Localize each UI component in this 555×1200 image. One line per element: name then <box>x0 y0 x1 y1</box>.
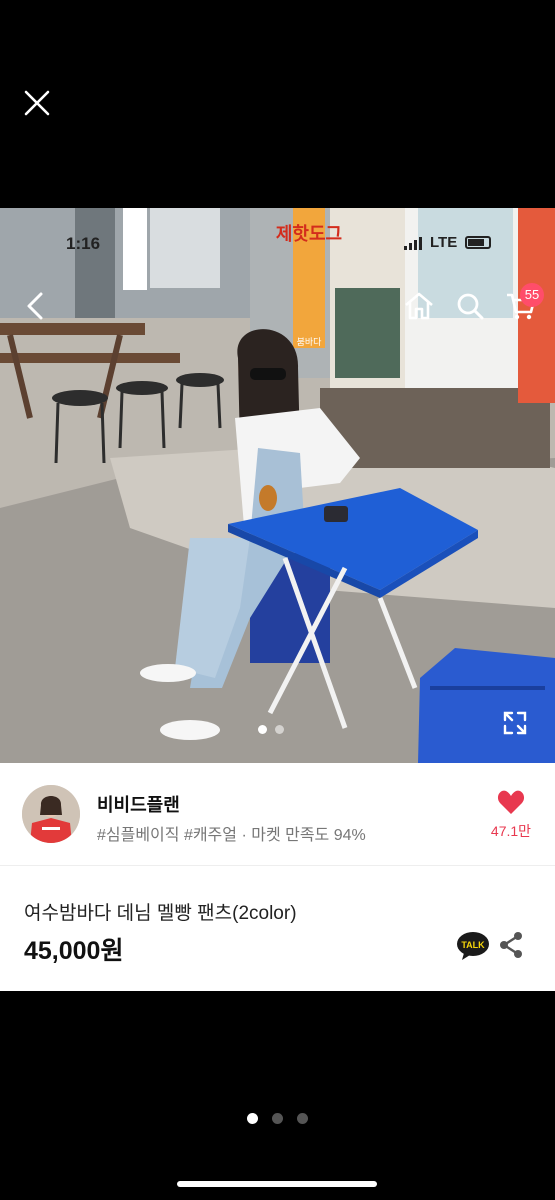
store-row[interactable]: 비비드플랜 #심플베이직 #캐주얼 · 마켓 만족도 94% 47.1만 <box>0 763 555 866</box>
page-dot[interactable] <box>247 1113 258 1124</box>
avatar[interactable] <box>22 785 80 843</box>
heart-icon <box>497 790 525 814</box>
close-icon[interactable] <box>20 86 54 120</box>
status-indicators: LTE <box>404 234 492 251</box>
product-photo[interactable]: 제핫도그 붐바다 1:16 LTE 55 <box>0 208 555 763</box>
product-price: 45,000원 <box>24 937 124 965</box>
product-name: 여수밤바다 데님 멜빵 팬츠(2color) <box>24 903 297 924</box>
carousel-dot[interactable] <box>258 725 267 734</box>
chevron-left-icon[interactable] <box>18 288 54 324</box>
store-tags: #심플베이직 #캐주얼 · 마켓 만족도 94% <box>97 827 366 844</box>
home-indicator[interactable] <box>177 1181 377 1187</box>
photo-carousel-dots <box>258 725 284 734</box>
page-dot[interactable] <box>272 1113 283 1124</box>
share-icon[interactable] <box>498 931 524 959</box>
expand-icon[interactable] <box>500 708 530 738</box>
sign-text-1: 제핫도그 <box>276 224 342 245</box>
carousel-dot[interactable] <box>275 725 284 734</box>
kakao-talk-icon[interactable]: TALK <box>456 931 490 961</box>
battery-icon <box>465 236 492 249</box>
page-dot[interactable] <box>297 1113 308 1124</box>
viewer-page-dots <box>247 1113 308 1124</box>
search-icon[interactable] <box>452 288 488 324</box>
status-time: 1:16 <box>66 234 101 253</box>
like-button[interactable]: 47.1만 <box>488 789 534 845</box>
cart-badge: 55 <box>520 283 544 307</box>
store-name[interactable]: 비비드플랜 <box>97 791 180 817</box>
like-count: 47.1만 <box>490 823 532 839</box>
network-label: LTE <box>430 234 458 251</box>
signal-icon <box>404 236 422 250</box>
product-screenshot: 제핫도그 붐바다 1:16 LTE 55 비비드플랜 #심플베이직 #캐주얼 ·… <box>0 208 555 991</box>
sign-text-2: 붐바다 <box>297 337 323 348</box>
home-icon[interactable] <box>401 288 437 324</box>
talk-label: TALK <box>461 940 485 950</box>
